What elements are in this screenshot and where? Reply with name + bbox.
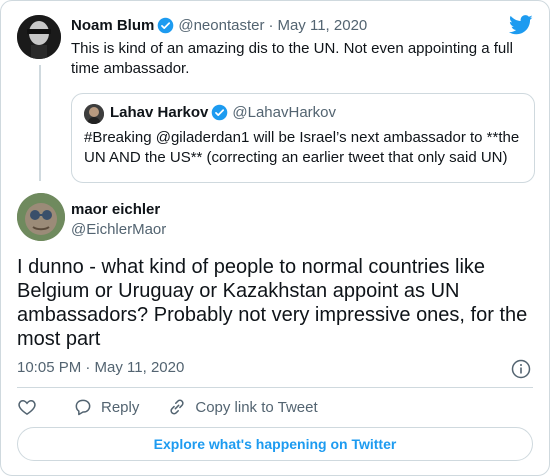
heart-icon — [18, 399, 36, 415]
info-icon[interactable] — [511, 359, 531, 379]
reply-bubble-icon — [75, 399, 91, 416]
tweet-date[interactable]: May 11, 2020 — [277, 17, 367, 34]
copy-link-button[interactable]: Copy link to Tweet — [167, 397, 318, 417]
main-tweet-text: I dunno - what kind of people to normal … — [17, 256, 528, 350]
embedded-tweet-card: Noam Blum @neontaster · May 11, 2020 Thi… — [0, 0, 550, 476]
avatar-maor-eichler[interactable] — [17, 193, 65, 241]
author-handle[interactable]: @EichlerMaor — [71, 221, 166, 238]
verified-badge-icon — [158, 17, 174, 34]
avatar-image — [17, 15, 61, 59]
avatar-lahav-harkov — [84, 104, 104, 124]
quoted-author-name: Lahav Harkov — [110, 104, 209, 121]
avatar-image — [17, 193, 65, 241]
quoted-tweet[interactable]: Lahav Harkov @LahavHarkov #Breaking @gil… — [71, 93, 535, 183]
explore-button[interactable]: Explore what's happening on Twitter — [17, 427, 533, 461]
divider — [17, 387, 533, 388]
link-icon — [170, 399, 184, 415]
parent-tweet-header: Noam Blum @neontaster · May 11, 2020 — [71, 17, 367, 34]
reply-button[interactable]: Reply — [73, 397, 139, 417]
copy-link-label: Copy link to Tweet — [195, 398, 318, 416]
thread-connector-line — [39, 65, 41, 181]
like-button[interactable] — [17, 397, 45, 417]
author-name[interactable]: Noam Blum — [71, 17, 154, 34]
quoted-tweet-text: #Breaking @giladerdan1 will be Israel’s … — [84, 129, 520, 166]
parent-tweet-text: This is kind of an amazing dis to the UN… — [71, 40, 513, 77]
tweet-timestamp[interactable]: 10:05 PM · May 11, 2020 — [17, 359, 184, 376]
quoted-tweet-header: Lahav Harkov @LahavHarkov — [110, 104, 336, 121]
reply-label: Reply — [101, 398, 140, 416]
quoted-author-handle: @LahavHarkov — [232, 104, 336, 121]
author-handle[interactable]: @neontaster — [178, 17, 264, 34]
author-name[interactable]: maor eichler — [71, 201, 160, 218]
avatar-noam-blum[interactable] — [17, 15, 61, 59]
verified-badge-icon — [212, 104, 228, 121]
twitter-bird-icon[interactable] — [509, 15, 533, 35]
tweet-actions: Reply Copy link to Tweet — [17, 397, 346, 417]
avatar-image — [84, 104, 104, 124]
separator-dot: · — [268, 17, 274, 34]
